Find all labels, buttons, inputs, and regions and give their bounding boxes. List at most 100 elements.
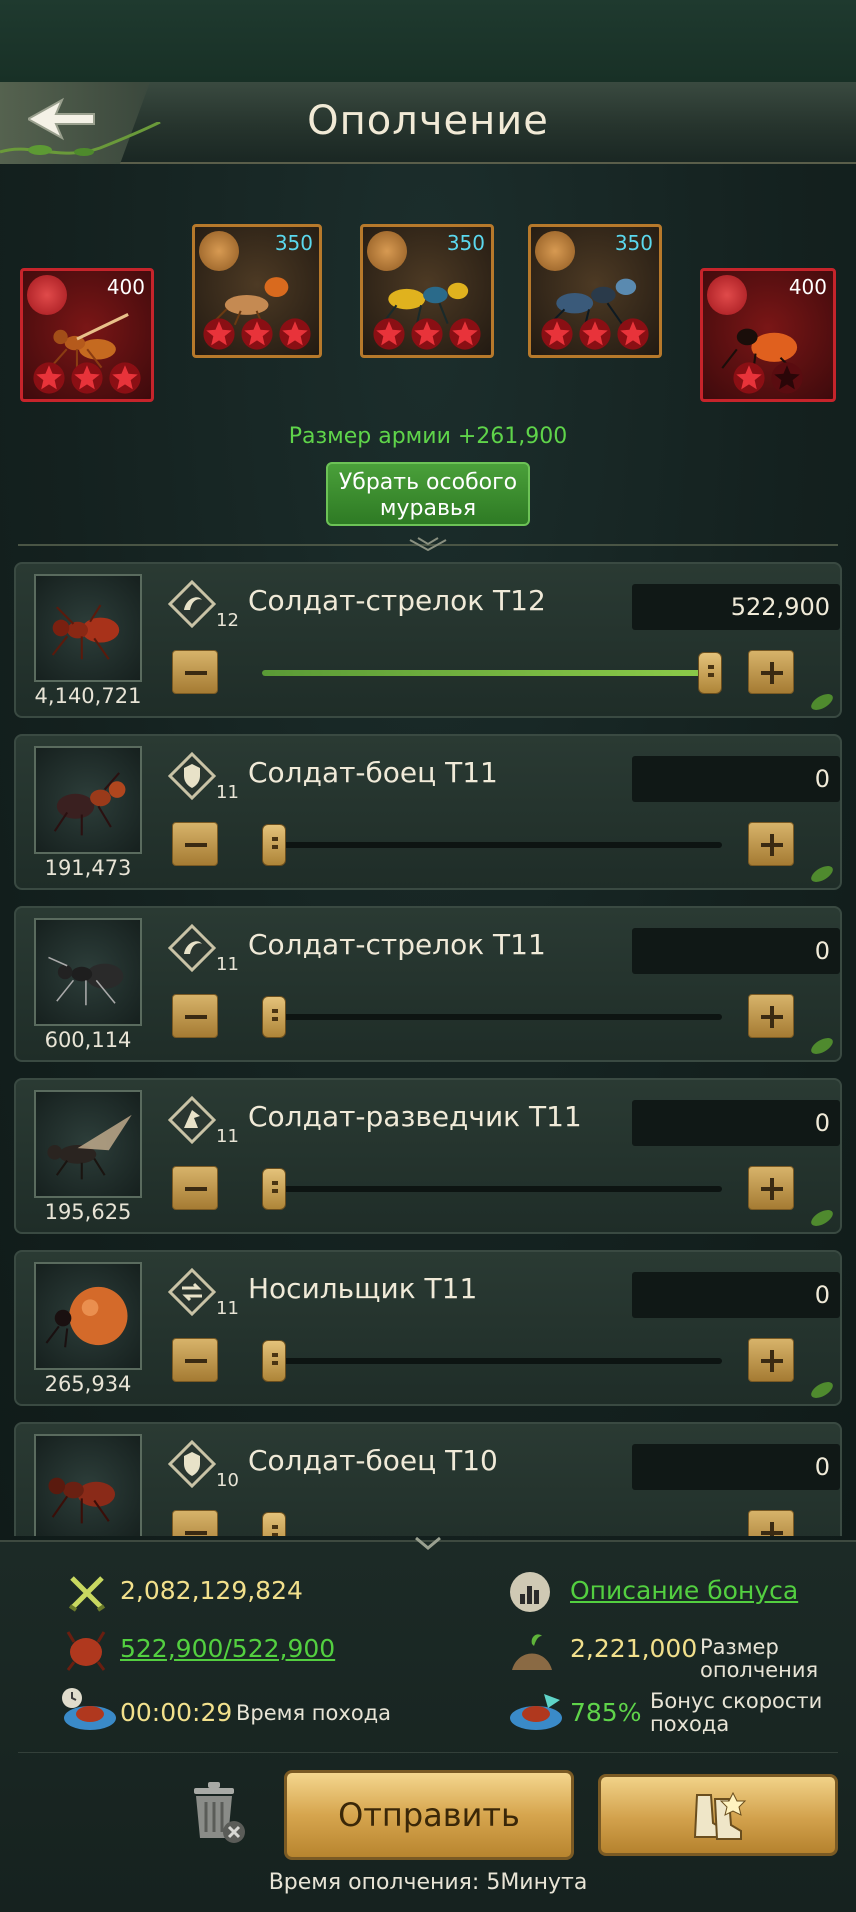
red-ant-icon: [51, 604, 120, 660]
troop-portrait: [34, 574, 142, 682]
page-title: Ополчение: [307, 98, 549, 144]
march-time-icon: [62, 1688, 116, 1730]
troop-quantity-input[interactable]: 0: [632, 928, 840, 974]
troop-tier: 10: [216, 1470, 239, 1491]
rally-size-label: Размер ополчения: [700, 1636, 818, 1682]
crossed-swords-icon: [68, 1576, 106, 1612]
troop-portrait: [34, 1434, 142, 1536]
star-icon: [449, 318, 481, 350]
increase-button[interactable]: [748, 1338, 794, 1382]
star-icon: [203, 318, 235, 350]
decrease-button[interactable]: [172, 1338, 218, 1382]
hero-level: 350: [614, 231, 653, 255]
march-time-value: 00:00:29: [120, 1698, 233, 1727]
troops-sent-count[interactable]: 522,900/522,900: [120, 1634, 335, 1663]
troop-available-count: 191,473: [44, 856, 132, 880]
increase-button[interactable]: [748, 822, 794, 866]
slider-thumb[interactable]: [262, 996, 286, 1038]
troop-portrait: [34, 746, 142, 854]
remove-special-ant-button[interactable]: Убрать особого муравья: [326, 462, 530, 526]
star-icon: [33, 362, 65, 394]
send-button[interactable]: Отправить: [284, 1770, 574, 1860]
leaf-decoration-icon: [811, 1210, 833, 1226]
troop-tier: 11: [216, 782, 239, 803]
archer-icon: [168, 924, 216, 972]
troop-row: 10 Солдат-боец T10 0: [14, 1422, 842, 1536]
increase-button[interactable]: [748, 1166, 794, 1210]
star-icon: [733, 362, 765, 394]
troop-quantity-input[interactable]: 0: [632, 1444, 840, 1490]
star-icon: [541, 318, 573, 350]
leaf-decoration-icon: [811, 1382, 833, 1398]
hero-level: 350: [274, 231, 313, 255]
quantity-slider[interactable]: [262, 1186, 722, 1192]
troop-available-count: 600,114: [44, 1028, 132, 1052]
decrease-button[interactable]: [172, 1510, 218, 1536]
divider-ornament-icon: [409, 537, 447, 552]
hero-slot-2[interactable]: 350: [192, 224, 322, 358]
quantity-slider[interactable]: [262, 842, 722, 848]
hero-level: 350: [446, 231, 485, 255]
speed-bonus-label: Бонус скорости похода: [650, 1690, 822, 1736]
speed-bonus-value: 785%: [570, 1698, 642, 1727]
decrease-button[interactable]: [172, 822, 218, 866]
march-boots-button[interactable]: [598, 1774, 838, 1856]
troop-portrait: [34, 1262, 142, 1370]
troop-tier: 11: [216, 1298, 239, 1319]
trash-icon[interactable]: [182, 1778, 250, 1846]
troop-name: Солдат-стрелок T12: [248, 584, 546, 617]
carrier-icon: [168, 1268, 216, 1316]
rally-time-note: Время ополчения: 5Минута: [268, 1870, 588, 1895]
hero-slot-3[interactable]: 350: [360, 224, 494, 358]
archer-icon: [168, 580, 216, 628]
decrease-button[interactable]: [172, 650, 218, 694]
collapse-chevron-icon[interactable]: [412, 1534, 444, 1552]
remove-button-line-1: Убрать особого: [338, 470, 518, 495]
quantity-slider[interactable]: [262, 670, 722, 676]
hero-slot-1[interactable]: 400: [20, 268, 154, 402]
troop-quantity-input[interactable]: 522,900: [632, 584, 840, 630]
empty-star-icon: [771, 362, 803, 394]
hero-level: 400: [106, 275, 145, 299]
slider-thumb[interactable]: [262, 1340, 286, 1382]
quantity-slider[interactable]: [262, 1014, 722, 1020]
speed-bonus-label-line-2: похода: [650, 1712, 730, 1736]
decrease-button[interactable]: [172, 994, 218, 1038]
star-icon: [617, 318, 649, 350]
troop-portrait: [34, 918, 142, 1026]
slider-thumb[interactable]: [262, 824, 286, 866]
hero-slot-4[interactable]: 350: [528, 224, 662, 358]
troop-quantity-input[interactable]: 0: [632, 756, 840, 802]
troop-row: 4,140,721 12 Солдат-стрелок T12 522,900: [14, 562, 842, 718]
star-icon: [279, 318, 311, 350]
troop-quantity-input[interactable]: 0: [632, 1272, 840, 1318]
increase-button[interactable]: [748, 1510, 794, 1536]
quantity-slider[interactable]: [262, 1358, 722, 1364]
total-power: 2,082,129,824: [120, 1576, 303, 1605]
speed-bonus-icon: [510, 1694, 562, 1730]
rally-size-value: 2,221,000: [570, 1634, 698, 1663]
leaf-decoration-icon: [811, 866, 833, 882]
leaf-decoration-icon: [811, 694, 833, 710]
troop-row: 191,473 11 Солдат-боец T11 0: [14, 734, 842, 890]
decrease-button[interactable]: [172, 1166, 218, 1210]
red-fighter-ant-icon: [48, 1477, 116, 1524]
increase-button[interactable]: [748, 994, 794, 1038]
troop-name: Носильщик T11: [248, 1272, 478, 1305]
boots-icon: [693, 1791, 747, 1840]
star-icon: [71, 362, 103, 394]
slider-thumb[interactable]: [698, 652, 722, 694]
slider-thumb[interactable]: [262, 1168, 286, 1210]
top-status-strip: [0, 0, 856, 82]
troop-tier: 11: [216, 954, 239, 975]
scout-icon: [168, 1096, 216, 1144]
star-icon: [241, 318, 273, 350]
hero-slot-5[interactable]: 400: [700, 268, 836, 402]
star-icon: [373, 318, 405, 350]
troop-quantity-input[interactable]: 0: [632, 1100, 840, 1146]
increase-button[interactable]: [748, 650, 794, 694]
shield-icon: [168, 1440, 216, 1488]
bonus-description-link[interactable]: Описание бонуса: [570, 1576, 798, 1605]
honeypot-ant-icon: [45, 1286, 128, 1348]
slider-thumb[interactable]: [262, 1512, 286, 1536]
